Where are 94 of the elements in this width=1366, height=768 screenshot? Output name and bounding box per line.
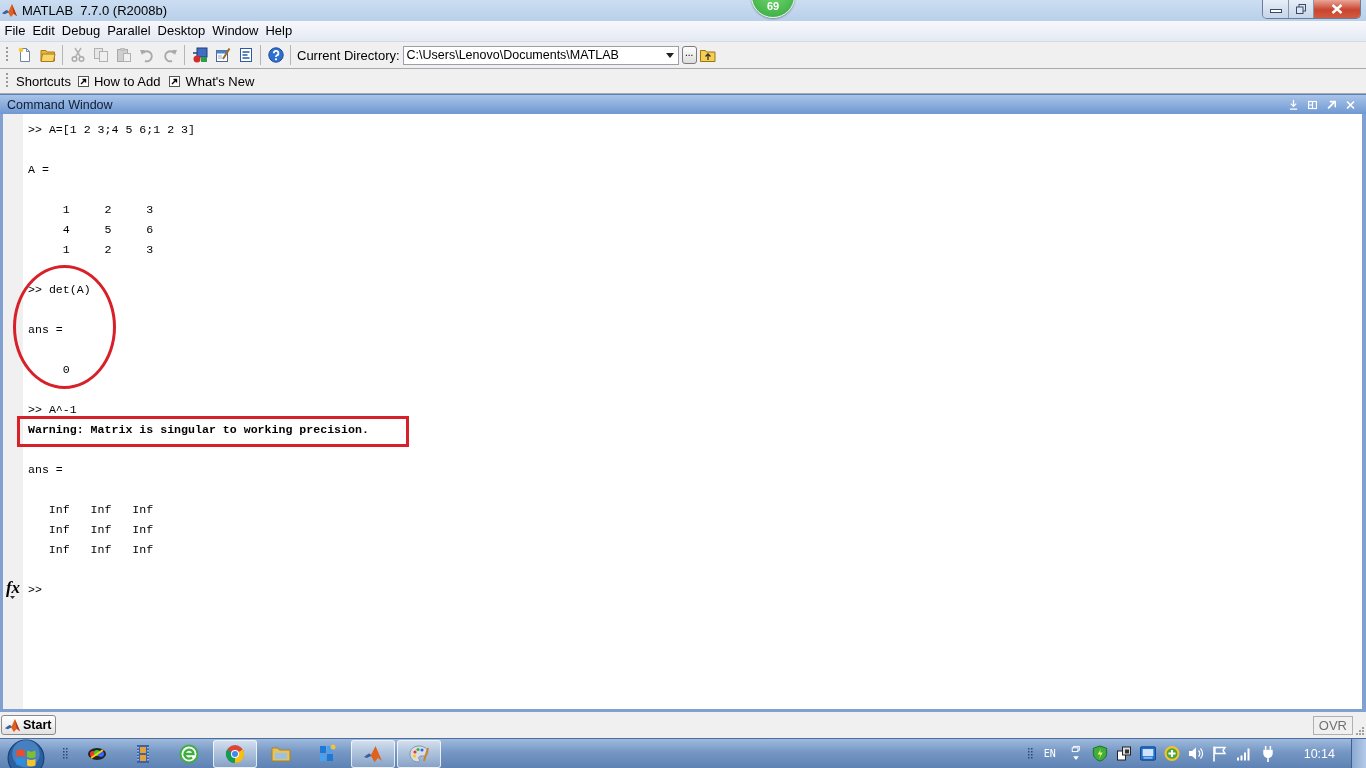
speaker-icon[interactable] — [1187, 745, 1204, 762]
round-browser-icon — [225, 743, 245, 764]
start-menu-button[interactable] — [7, 739, 45, 768]
blank-page-icon — [16, 47, 33, 63]
directory-label: Current Directory: — [297, 47, 400, 63]
menu-item[interactable]: Help — [262, 22, 296, 40]
matrix-value: Inf — [89, 522, 112, 536]
minimize-button[interactable] — [1263, 0, 1289, 18]
matrix-value: Inf — [131, 522, 154, 536]
function-browser-button[interactable]: fx — [5, 579, 21, 599]
menu-item[interactable]: Edit — [28, 22, 59, 40]
matrix-value: Inf — [131, 542, 154, 556]
block-diagram-icon — [191, 47, 208, 63]
command-prompt: >> — [28, 122, 42, 136]
folder-up-icon — [699, 48, 716, 62]
menu-item[interactable]: Parallel — [103, 22, 155, 40]
document-lines-icon — [237, 47, 254, 63]
resize-grip-icon[interactable] — [1355, 725, 1364, 735]
matrix-value: Inf — [47, 522, 70, 536]
redo-icon — [161, 47, 178, 63]
matrix-value: 6 — [145, 222, 154, 236]
monitor-icon[interactable] — [1139, 745, 1156, 762]
diagonal-arrow-icon — [1327, 99, 1336, 110]
shortcut-button[interactable]: How to Add — [77, 73, 161, 89]
down-arrow-icon — [1289, 99, 1298, 110]
matrix-value: 1 — [61, 202, 70, 216]
browse-button[interactable]: ... — [681, 46, 697, 64]
e-ring-icon — [179, 743, 199, 764]
windows-icon[interactable] — [1115, 745, 1132, 762]
restore-icon — [1296, 4, 1306, 14]
toolbar-grip-icon[interactable] — [6, 72, 9, 90]
output-text: ans = — [28, 322, 63, 336]
panel-title: Command Window — [7, 97, 113, 112]
window-title: MATLAB 7.7.0 (R2008b) — [22, 3, 167, 18]
matrix-value: 2 — [103, 202, 112, 216]
menu-item[interactable]: Debug — [58, 22, 104, 40]
caret-icon[interactable] — [665, 52, 674, 58]
matrix-value: Inf — [47, 502, 70, 516]
matrix-value: Inf — [89, 542, 112, 556]
shield-icon[interactable] — [1091, 745, 1108, 762]
grid-icon — [1308, 99, 1317, 110]
matrix-value: 1 — [61, 242, 70, 256]
help-icon — [267, 47, 284, 63]
matrix-value: 4 — [61, 222, 70, 236]
minimize-icon — [1269, 9, 1282, 13]
peak-logo-icon — [363, 743, 383, 764]
command-prompt: >> — [28, 402, 42, 416]
undo-icon — [138, 47, 155, 63]
menu-item[interactable]: Window — [208, 22, 262, 40]
matrix-value: Inf — [131, 502, 154, 516]
warning-message: Warning: Matrix is singular to working precision. — [28, 422, 369, 436]
command-text: A=[1 2 3;4 5 6;1 2 3] — [48, 122, 195, 136]
toolbar-grip-icon[interactable] — [6, 46, 9, 64]
shortcut-button[interactable]: What's New — [169, 73, 255, 89]
output-text: ans = — [28, 462, 63, 476]
plus-circle-icon[interactable] — [1163, 745, 1180, 762]
peak-logo-icon — [2, 3, 17, 18]
overwrite-indicator: OVR — [1312, 715, 1353, 735]
matrix-value: 3 — [145, 202, 154, 216]
start-orb-icon — [7, 739, 45, 768]
command-prompt: >> — [28, 282, 42, 296]
menu-item[interactable]: File — [1, 22, 29, 40]
restore-button[interactable] — [1289, 0, 1314, 18]
copy-icon — [92, 47, 109, 63]
matrix-value: 0 — [61, 362, 70, 376]
close-icon — [1331, 4, 1343, 14]
matrix-value: 5 — [103, 222, 112, 236]
matrix-value: Inf — [47, 542, 70, 556]
command-prompt: >> — [28, 582, 42, 596]
command-text: det(A) — [48, 282, 91, 296]
close-icon — [1346, 99, 1355, 110]
clipboard-icon — [115, 47, 132, 63]
directory-field[interactable]: C:\Users\Lenovo\Documents\MATLAB — [402, 45, 679, 65]
peak-logo-icon — [5, 717, 20, 733]
shortcuts-label: Shortcuts — [16, 73, 71, 89]
taskbar-button[interactable] — [213, 739, 257, 768]
menu-item[interactable]: Desktop — [154, 22, 209, 40]
matrix-value: 2 — [103, 242, 112, 256]
output-text: A = — [28, 162, 49, 176]
caret-icon — [10, 595, 16, 599]
flag-icon[interactable] — [1211, 745, 1228, 762]
shortcut-arrow-icon — [169, 75, 181, 87]
matrix-value: Inf — [89, 502, 112, 516]
shortcut-arrow-icon — [77, 75, 89, 87]
command-text: A^-1 — [48, 402, 77, 416]
paint-palette-icon — [409, 743, 429, 764]
close-button[interactable] — [1314, 0, 1360, 18]
folder-icon — [39, 47, 56, 63]
start-button[interactable]: Start — [1, 715, 57, 735]
matrix-value: 3 — [145, 242, 154, 256]
show-desktop-button[interactable] — [1351, 739, 1366, 768]
tiles-app-icon — [317, 743, 337, 764]
window-pen-icon — [214, 47, 231, 63]
scissors-icon — [69, 47, 86, 63]
